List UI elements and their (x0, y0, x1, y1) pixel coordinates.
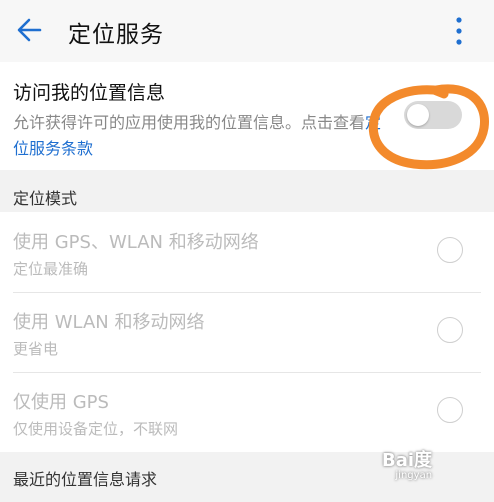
mode-option-gps-only[interactable]: 仅使用 GPS 仅使用设备定位，不联网 (0, 372, 494, 452)
mode-option-subtitle: 定位最准确 (13, 260, 89, 278)
location-access-title: 访问我的位置信息 (13, 82, 166, 104)
location-access-row[interactable]: 访问我的位置信息 允许获得许可的应用使用我的位置信息。点击查看定位服务条款 (0, 62, 494, 170)
arrow-left-icon[interactable] (14, 14, 46, 46)
more-vertical-icon[interactable] (451, 14, 467, 48)
mode-option-title: 使用 WLAN 和移动网络 (13, 312, 205, 333)
location-access-description: 允许获得许可的应用使用我的位置信息。点击查看定位服务条款 (13, 110, 388, 162)
mode-section-header: 定位模式 (13, 189, 78, 208)
mode-option-subtitle: 仅使用设备定位，不联网 (13, 420, 179, 438)
mode-option-title: 仅使用 GPS (13, 392, 109, 413)
radio-button[interactable] (437, 237, 463, 263)
page-title: 定位服务 (68, 22, 164, 48)
mode-list: 使用 GPS、WLAN 和移动网络 定位最准确 使用 WLAN 和移动网络 更省… (0, 212, 494, 452)
watermark-sub: jingyan (395, 470, 433, 481)
mode-option-wlan-mobile[interactable]: 使用 WLAN 和移动网络 更省电 (0, 292, 494, 372)
location-access-desc-text: 允许获得许可的应用使用我的位置信息。点击查看 (13, 113, 366, 132)
location-access-toggle[interactable] (404, 101, 462, 129)
mode-option-title: 使用 GPS、WLAN 和移动网络 (13, 232, 259, 253)
mode-option-subtitle: 更省电 (13, 340, 59, 358)
baidu-watermark: Bai度 jingyan (382, 446, 432, 481)
app-bar: 定位服务 (0, 0, 494, 62)
radio-button[interactable] (437, 317, 463, 343)
mode-option-gps-wlan-mobile[interactable]: 使用 GPS、WLAN 和移动网络 定位最准确 (0, 212, 494, 292)
watermark-text: Bai度 (382, 450, 433, 471)
toggle-knob (407, 104, 429, 126)
recent-section-header: 最近的位置信息请求 (13, 470, 158, 489)
radio-button[interactable] (437, 397, 463, 423)
